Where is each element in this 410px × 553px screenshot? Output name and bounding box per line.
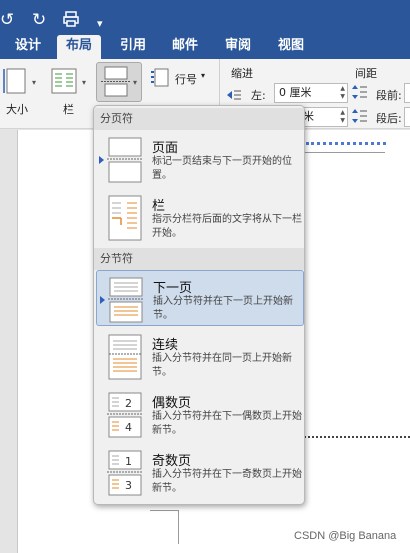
indent-left-input[interactable]: 0 厘米 ▲ ▼	[274, 83, 348, 103]
indent-left-label: 左:	[251, 89, 266, 102]
pointer-icon	[99, 156, 104, 164]
even-page-number-bottom: 4	[125, 421, 132, 434]
ribbon-tabs: 设计 布局 引用 邮件 审阅 视图	[0, 35, 410, 59]
page-break-icon	[107, 137, 143, 183]
tab-view[interactable]: 视图	[271, 35, 311, 59]
breaks-menu: 分页符 页面 标记一页结束与下一页开始的位置。 栏 指示分栏符后面的文字将从下一…	[93, 105, 305, 505]
menu-item-title: 连续	[152, 338, 179, 353]
menu-item-desc: 标记一页结束与下一页开始的位置。	[152, 156, 292, 181]
svg-text:▾: ▾	[32, 78, 36, 87]
spinner-arrows-icon[interactable]: ▲ ▼	[340, 85, 345, 101]
columns-button[interactable]: ▾	[50, 67, 90, 101]
redo-icon[interactable]: ↻	[32, 10, 46, 30]
size-label: 大小	[6, 103, 28, 116]
svg-text:▾: ▾	[82, 78, 86, 87]
menu-item-column-break[interactable]: 栏 指示分栏符后面的文字将从下一栏开始。	[96, 189, 304, 245]
margin-guide	[305, 152, 385, 153]
tab-design[interactable]: 设计	[8, 35, 48, 59]
margin-guide	[150, 510, 178, 511]
customize-icon[interactable]: ▾	[97, 14, 103, 34]
spinner-arrows-icon[interactable]: ▲ ▼	[340, 109, 345, 125]
menu-item-continuous[interactable]: 连续 插入分节符并在同一页上开始新节。	[96, 328, 304, 384]
menu-item-title: 奇数页	[152, 454, 192, 469]
indent-left-value: 0 厘米	[279, 86, 312, 99]
next-page-break-icon	[108, 277, 144, 323]
chevron-down-icon: ▾	[201, 71, 206, 80]
menu-item-page-break[interactable]: 页面 标记一页结束与下一页开始的位置。	[96, 131, 304, 187]
print-icon[interactable]	[62, 10, 80, 33]
menu-item-desc: 指示分栏符后面的文字将从下一栏开始。	[152, 214, 302, 239]
spacing-before-icon	[352, 84, 368, 104]
breaks-button[interactable]: ▾	[96, 62, 142, 102]
spacing-before-label: 段前:	[376, 89, 402, 102]
spacing-title: 间距	[355, 67, 377, 80]
menu-item-desc: 插入分节符并在下一页上开始新节。	[153, 296, 293, 321]
column-break-icon	[108, 195, 142, 241]
indent-title: 缩进	[231, 67, 253, 80]
undo-icon[interactable]: ↺	[0, 10, 14, 30]
menu-item-title: 页面	[152, 141, 179, 156]
page-break-marker	[304, 436, 410, 438]
menu-item-title: 偶数页	[152, 396, 192, 411]
odd-page-number-top: 1	[125, 455, 132, 468]
spacing-after-input[interactable]	[404, 107, 410, 127]
menu-item-odd-page[interactable]: 1 3 奇数页 插入分节符并在下一奇数页上开始新节。	[96, 444, 304, 500]
size-button[interactable]: ▾	[3, 67, 39, 101]
watermark-text: CSDN @Big Banana	[294, 530, 397, 542]
section-break-marker	[306, 142, 386, 146]
pointer-icon	[100, 296, 105, 304]
menu-item-title: 栏	[152, 199, 166, 214]
menu-item-desc: 插入分节符并在下一偶数页上开始新节。	[152, 411, 302, 436]
tab-layout[interactable]: 布局	[57, 35, 101, 59]
continuous-break-icon	[108, 334, 142, 380]
tab-mailings[interactable]: 邮件	[165, 35, 205, 59]
menu-item-even-page[interactable]: 2 4 偶数页 插入分节符并在下一偶数页上开始新节。	[96, 386, 304, 442]
tab-review[interactable]: 审阅	[218, 35, 258, 59]
indent-left-icon	[226, 86, 242, 105]
line-numbers-icon[interactable]	[150, 67, 170, 93]
columns-label: 栏	[63, 103, 74, 116]
quick-access-toolbar: ↺ ↻ ▾	[0, 6, 410, 35]
line-numbers-label[interactable]: 行号	[175, 71, 197, 87]
menu-item-desc: 插入分节符并在同一页上开始新节。	[152, 353, 292, 378]
menu-item-desc: 插入分节符并在下一奇数页上开始新节。	[152, 469, 302, 494]
spacing-before-input[interactable]	[404, 83, 410, 103]
spacing-after-label: 段后:	[376, 112, 402, 125]
margin-guide	[178, 510, 179, 544]
odd-page-break-icon: 1 3	[107, 450, 143, 496]
svg-text:▾: ▾	[133, 78, 137, 87]
menu-item-next-page[interactable]: 下一页 插入分节符并在下一页上开始新节。	[96, 270, 304, 326]
even-page-break-icon: 2 4	[107, 392, 143, 438]
page-breaks-header: 分页符	[94, 108, 304, 130]
tab-references[interactable]: 引用	[113, 35, 153, 59]
even-page-number-top: 2	[125, 397, 132, 410]
menu-item-title: 下一页	[153, 281, 193, 296]
section-breaks-header: 分节符	[94, 248, 304, 270]
odd-page-number-bottom: 3	[125, 479, 132, 492]
spacing-after-icon	[352, 108, 368, 128]
